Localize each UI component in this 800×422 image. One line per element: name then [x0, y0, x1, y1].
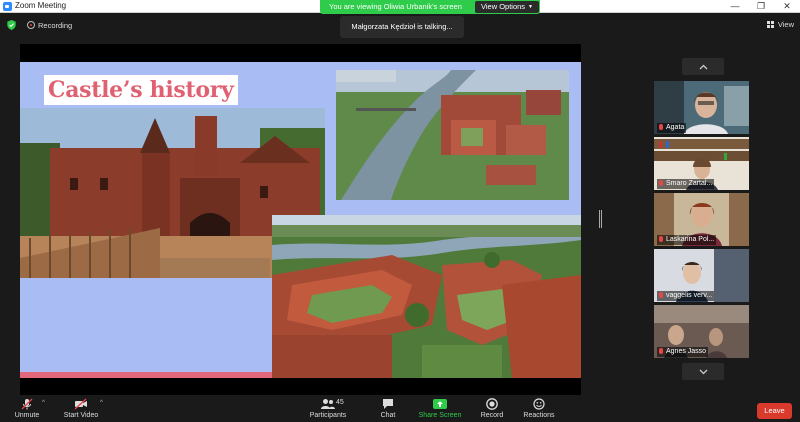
- participant-name-label: Smaro Zartal...: [657, 179, 715, 189]
- participant-tile-agata[interactable]: Agata: [654, 81, 749, 134]
- participants-label: Participants: [309, 412, 347, 419]
- viewing-banner-text: You are viewing Oliwia Urbanik's screen: [329, 2, 462, 11]
- presentation-slide: Castle’s history: [20, 62, 581, 378]
- video-options-caret-icon[interactable]: ^: [100, 400, 103, 406]
- chevron-up-icon: [699, 64, 707, 70]
- minimize-button[interactable]: —: [722, 0, 748, 13]
- view-options-button[interactable]: View Options ▼: [474, 1, 539, 13]
- record-button[interactable]: Record: [478, 398, 506, 419]
- muted-mic-icon: [659, 124, 663, 130]
- participant-tile-laskarina[interactable]: Laskarina Pol...: [654, 193, 749, 246]
- muted-mic-icon: [659, 348, 663, 354]
- muted-mic-icon: [659, 180, 663, 186]
- start-video-label: Start Video: [63, 412, 99, 419]
- muted-mic-icon: [659, 292, 663, 298]
- unmute-button[interactable]: Unmute: [12, 398, 42, 419]
- gallery-up-button[interactable]: [682, 58, 724, 75]
- chat-button[interactable]: Chat: [378, 398, 398, 419]
- unmute-label: Unmute: [14, 412, 40, 419]
- chat-label: Chat: [380, 412, 396, 419]
- participants-count: 45: [336, 399, 344, 406]
- shield-icon[interactable]: [7, 20, 16, 30]
- record-label: Record: [480, 412, 504, 419]
- leave-button[interactable]: Leave: [757, 403, 792, 419]
- recording-icon: [27, 21, 35, 29]
- record-icon: [486, 398, 498, 410]
- slide-title: Castle’s history: [44, 75, 238, 105]
- muted-mic-icon: [659, 236, 663, 242]
- view-options-label: View Options: [480, 2, 526, 11]
- muted-microphone-icon: [21, 398, 33, 410]
- zoom-logo-icon: [3, 2, 12, 11]
- maximize-button[interactable]: ❐: [748, 0, 774, 13]
- participant-tile-agnes[interactable]: Agnes Jasso: [654, 305, 749, 358]
- reactions-label: Reactions: [523, 412, 555, 419]
- participant-name-label: vaggelis verv...: [657, 291, 715, 301]
- view-button[interactable]: View: [766, 20, 794, 29]
- smiley-icon: [533, 398, 545, 410]
- slide-accent-bar: [20, 372, 272, 378]
- recording-label: Recording: [38, 21, 73, 30]
- participant-tile-smaro[interactable]: Smaro Zartal...: [654, 137, 749, 190]
- viewing-banner: You are viewing Oliwia Urbanik's screen …: [320, 0, 540, 14]
- panel-resize-handle[interactable]: [599, 210, 602, 228]
- reactions-button[interactable]: Reactions: [522, 398, 556, 419]
- audio-options-caret-icon[interactable]: ^: [42, 400, 45, 406]
- participant-name-label: Agnes Jasso: [657, 347, 709, 357]
- participant-tile-vaggelis[interactable]: vaggelis verv...: [654, 249, 749, 302]
- chevron-down-icon: [699, 369, 707, 375]
- share-screen-icon: [433, 399, 447, 409]
- chevron-down-icon: ▼: [528, 4, 533, 10]
- share-screen-button[interactable]: Share Screen: [418, 398, 462, 419]
- aerial-river-photo: [336, 70, 569, 200]
- gallery-down-button[interactable]: [682, 363, 724, 380]
- zoom-window: Zoom Meeting — ❐ ✕ You are viewing Oliwi…: [0, 0, 800, 422]
- participant-name-label: Laskarina Pol...: [657, 235, 717, 245]
- active-speaker-notice: Małgorzata Kędzioł is talking...: [340, 16, 464, 38]
- close-button[interactable]: ✕: [774, 0, 800, 13]
- start-video-button[interactable]: Start Video: [63, 398, 99, 419]
- aerial-castle-photo: [272, 215, 581, 378]
- chat-bubble-icon: [383, 399, 393, 409]
- view-label: View: [777, 20, 794, 29]
- share-screen-label: Share Screen: [418, 412, 462, 419]
- participant-name-label: Agata: [657, 123, 687, 133]
- video-off-icon: [74, 398, 87, 410]
- window-title: Zoom Meeting: [15, 1, 67, 10]
- grid-view-icon: [766, 21, 774, 28]
- participants-icon: [321, 399, 335, 409]
